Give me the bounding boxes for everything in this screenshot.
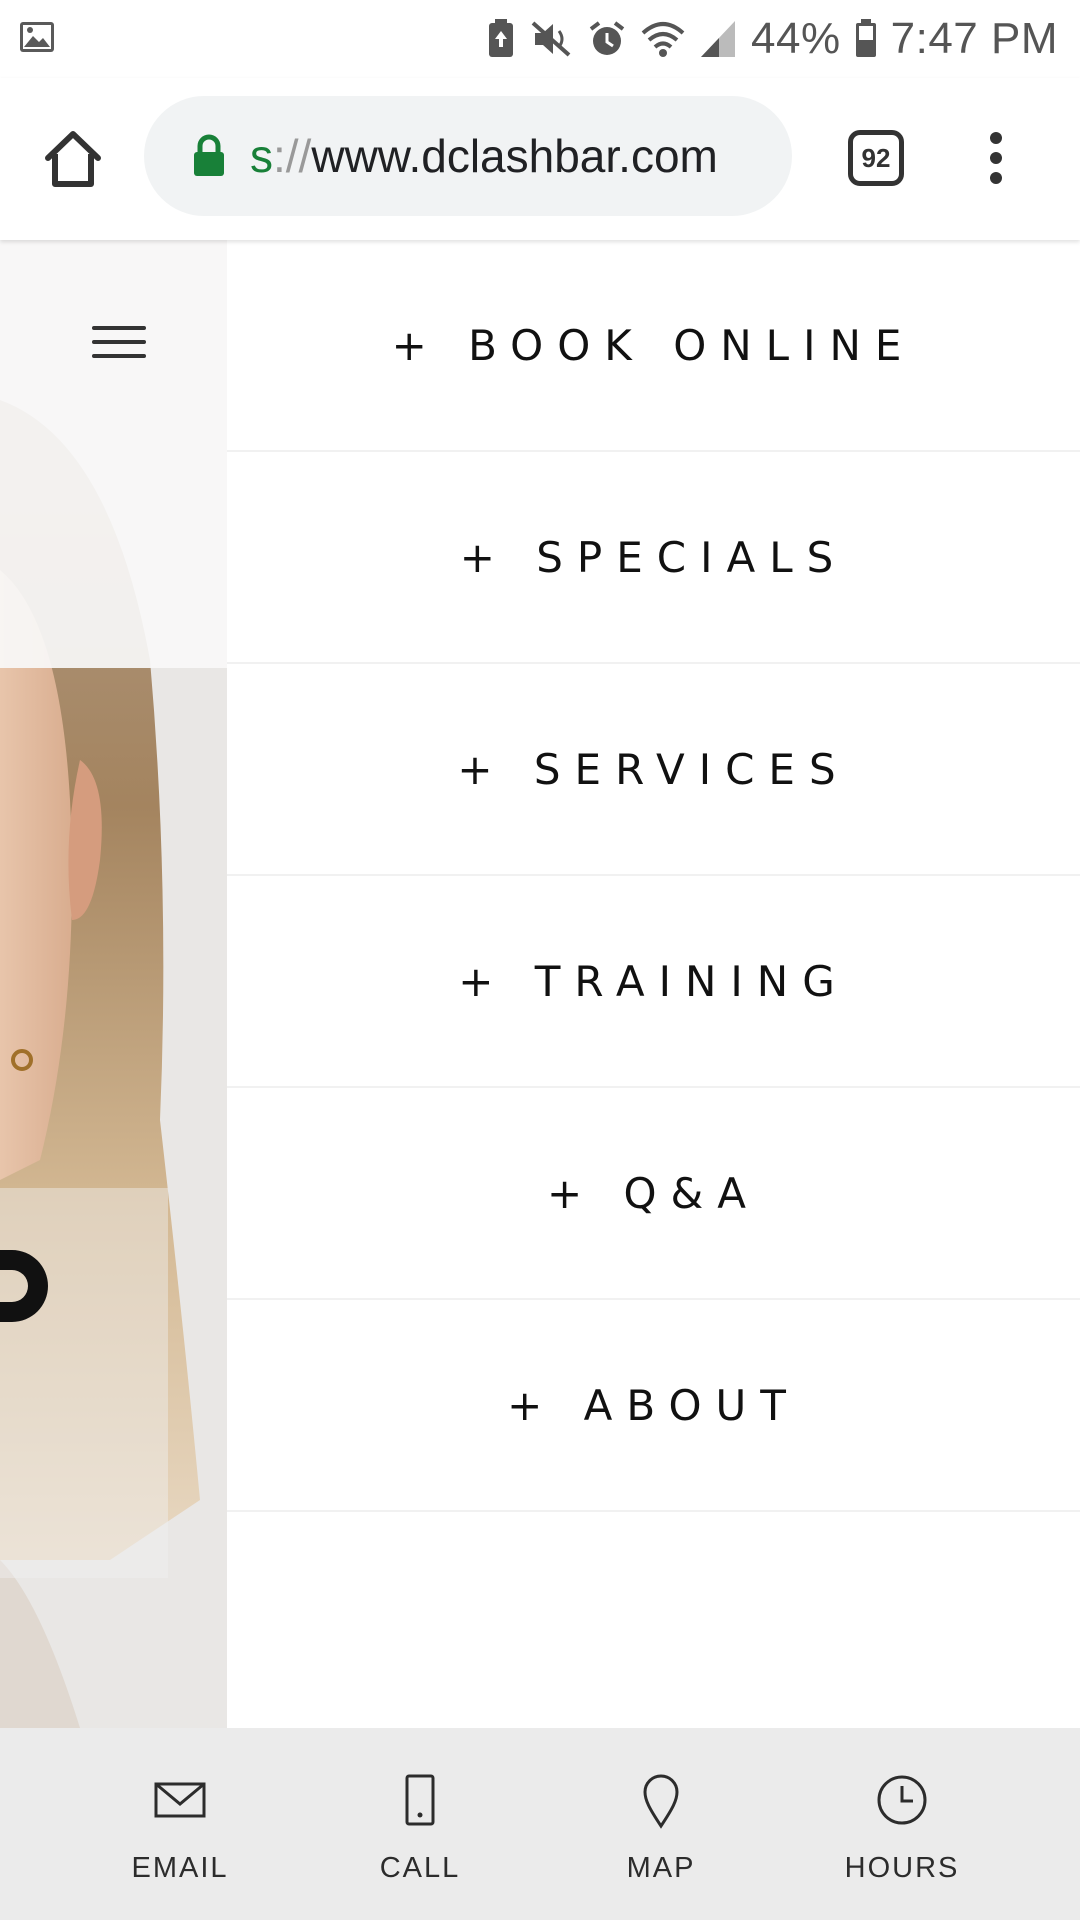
hero-image-strip bbox=[0, 240, 227, 1728]
more-menu-icon[interactable] bbox=[984, 130, 1008, 186]
hours-label: HOURS bbox=[844, 1852, 960, 1884]
alarm-icon bbox=[589, 21, 625, 55]
url-scheme: s bbox=[250, 130, 273, 182]
hamburger-menu-icon[interactable] bbox=[92, 326, 146, 366]
home-icon[interactable] bbox=[40, 126, 106, 192]
call-button[interactable]: CALL bbox=[300, 1728, 540, 1920]
battery-saver-icon bbox=[489, 19, 514, 57]
envelope-icon bbox=[154, 1782, 206, 1818]
nav-item-training[interactable]: + TRAINING bbox=[227, 876, 1080, 1088]
call-label: CALL bbox=[379, 1852, 461, 1884]
status-bar: 44% 7:47 PM bbox=[0, 0, 1080, 78]
url-text: s://www.dclashbar.com bbox=[250, 129, 718, 183]
map-label: MAP bbox=[626, 1852, 696, 1884]
signal-icon bbox=[701, 21, 736, 57]
email-label: EMAIL bbox=[131, 1852, 229, 1884]
wifi-icon bbox=[641, 22, 685, 57]
bottom-action-bar: EMAIL CALL MAP HOURS bbox=[0, 1728, 1080, 1920]
battery-icon bbox=[855, 19, 876, 57]
map-pin-icon bbox=[643, 1774, 679, 1829]
page-content: + BOOK ONLINE + SPECIALS + SERVICES + TR… bbox=[0, 240, 1080, 1728]
phone-icon bbox=[405, 1774, 435, 1826]
gallery-icon bbox=[20, 22, 54, 52]
hours-button[interactable]: HOURS bbox=[782, 1728, 1022, 1920]
email-button[interactable]: EMAIL bbox=[60, 1728, 300, 1920]
nav-item-services[interactable]: + SERVICES bbox=[227, 664, 1080, 876]
navigation-menu: + BOOK ONLINE + SPECIALS + SERVICES + TR… bbox=[227, 240, 1080, 1728]
browser-toolbar: s://www.dclashbar.com 92 bbox=[0, 78, 1080, 240]
nav-item-about[interactable]: + ABOUT bbox=[227, 1300, 1080, 1512]
header-overlay bbox=[0, 240, 227, 668]
tab-switcher-button[interactable]: 92 bbox=[848, 130, 904, 186]
tab-count: 92 bbox=[861, 142, 891, 173]
url-separator: :// bbox=[273, 130, 312, 182]
nav-item-book-online[interactable]: + BOOK ONLINE bbox=[227, 240, 1080, 452]
status-icons: 44% 7:47 PM bbox=[487, 12, 1058, 66]
battery-percent: 44% bbox=[751, 14, 841, 63]
clock-time: 7:47 PM bbox=[890, 14, 1058, 63]
nav-item-qa[interactable]: + Q&A bbox=[227, 1088, 1080, 1300]
url-host: www.dclashbar.com bbox=[311, 130, 718, 182]
map-button[interactable]: MAP bbox=[541, 1728, 781, 1920]
clock-icon bbox=[877, 1775, 927, 1825]
lock-icon bbox=[194, 134, 224, 176]
nav-item-specials[interactable]: + SPECIALS bbox=[227, 452, 1080, 664]
vibrate-mute-icon bbox=[531, 21, 571, 57]
address-bar[interactable]: s://www.dclashbar.com bbox=[144, 96, 792, 216]
